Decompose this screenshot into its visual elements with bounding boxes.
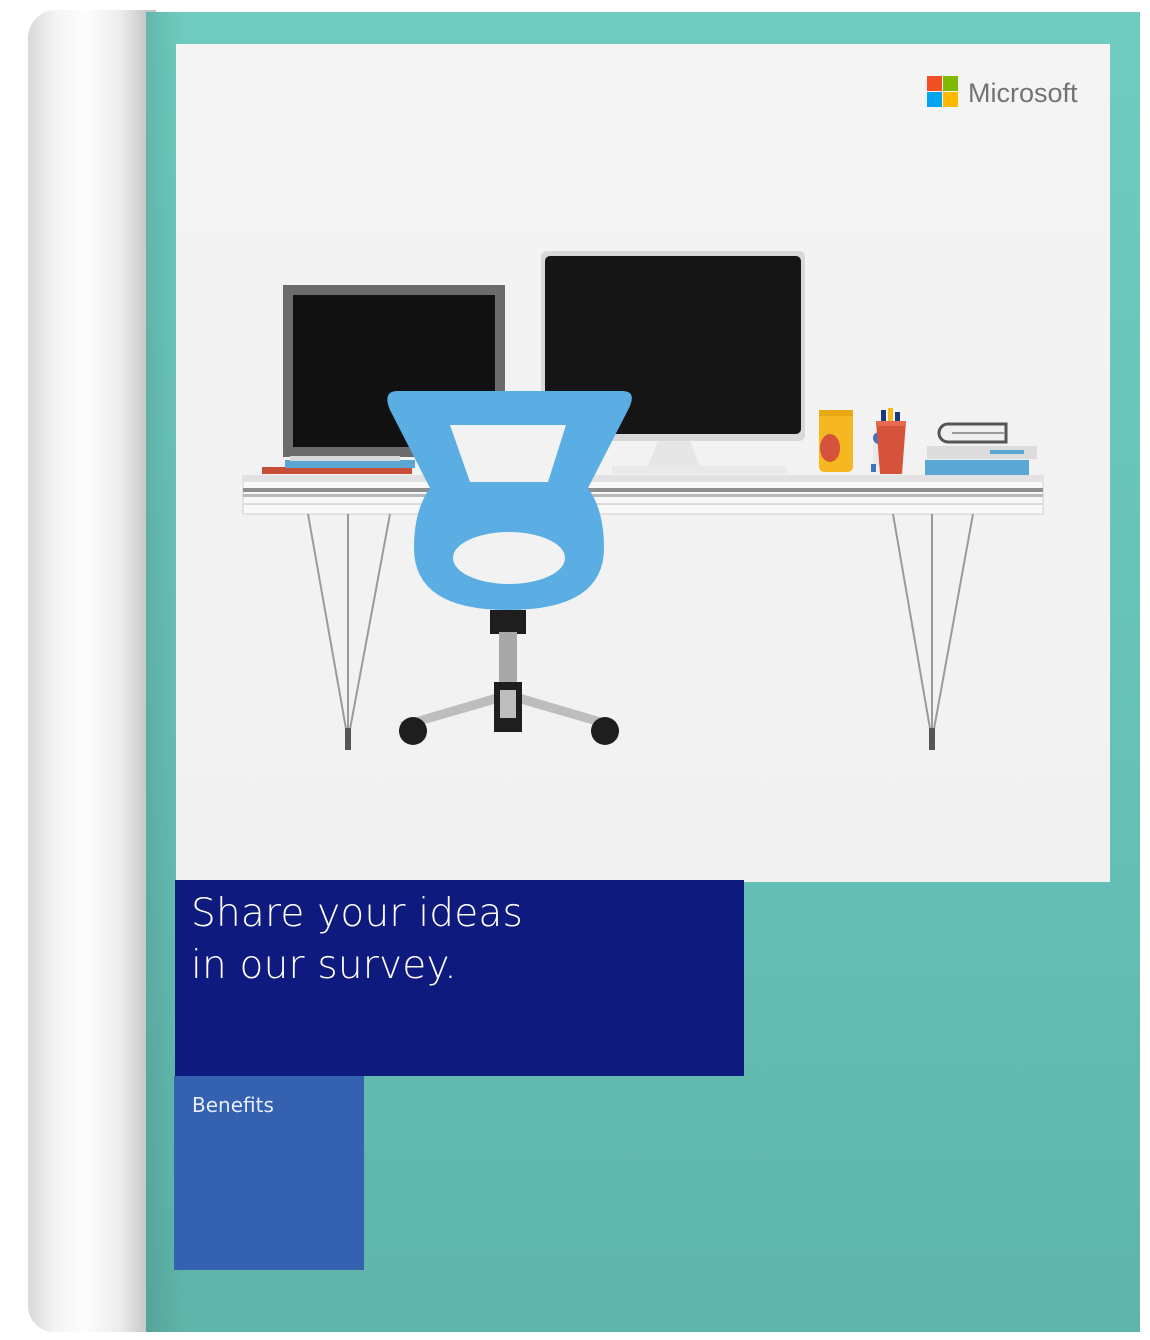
desk [242, 475, 1044, 750]
cup [819, 410, 853, 472]
headline-line-2: in our survey. [191, 943, 457, 988]
desk-papers [262, 456, 415, 474]
headline: Share your ideas in our survey. [191, 888, 731, 992]
pencil-holder [876, 408, 906, 474]
workspace-illustration [242, 251, 1044, 750]
office-chair [387, 391, 632, 745]
page-curl [28, 10, 156, 1332]
headline-line-1: Share your ideas [191, 891, 524, 936]
section-label: Benefits [192, 1093, 274, 1117]
book-stack [925, 422, 1037, 475]
